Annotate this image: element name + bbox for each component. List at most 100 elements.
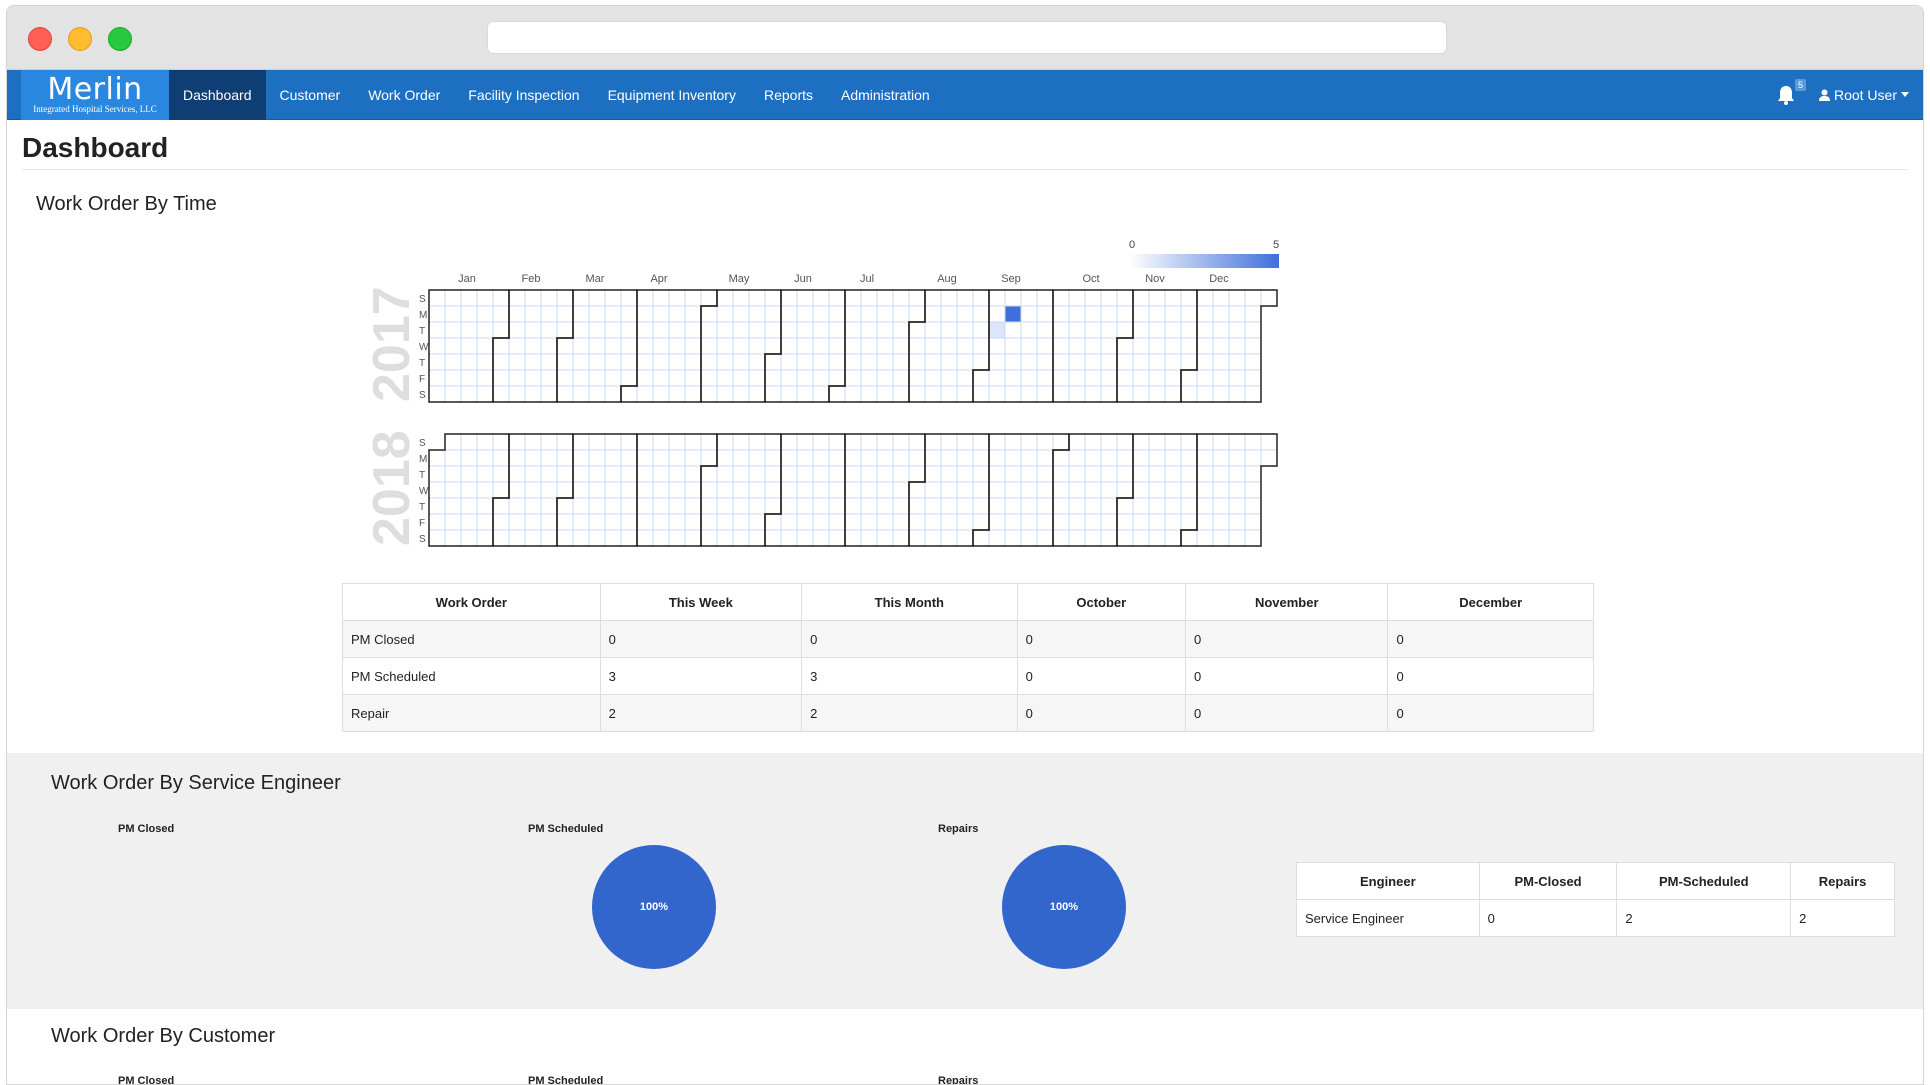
nav-customer[interactable]: Customer <box>266 70 355 120</box>
day-cell <box>764 529 782 547</box>
day-cell <box>1164 449 1182 467</box>
day-cell <box>1004 289 1022 307</box>
day-cell <box>1004 529 1022 547</box>
day-cell <box>924 385 942 403</box>
day-cell <box>444 481 462 499</box>
day-cell <box>892 385 910 403</box>
day-cell <box>780 305 798 323</box>
day-cell <box>828 353 846 371</box>
day-cell <box>444 369 462 387</box>
day-cell <box>892 513 910 531</box>
day-cell <box>668 369 686 387</box>
day-cell <box>476 289 494 307</box>
maximize-window-button[interactable] <box>108 27 132 51</box>
day-cell <box>556 497 574 515</box>
day-cell <box>684 449 702 467</box>
close-window-button[interactable] <box>28 27 52 51</box>
nav-equipment-inventory[interactable]: Equipment Inventory <box>594 70 750 120</box>
day-cell <box>972 433 990 451</box>
nav-administration[interactable]: Administration <box>827 70 944 120</box>
day-cell <box>1004 513 1022 531</box>
day-cell <box>668 321 686 339</box>
day-cell <box>668 353 686 371</box>
day-cell <box>444 449 462 467</box>
day-cell <box>748 481 766 499</box>
day-cell <box>1068 369 1086 387</box>
day-cell <box>1196 481 1214 499</box>
day-cell <box>428 481 446 499</box>
day-cell <box>1180 497 1198 515</box>
day-cell <box>540 449 558 467</box>
day-cell <box>636 321 654 339</box>
table-cell: 2 <box>1790 899 1895 937</box>
day-cell <box>636 433 654 451</box>
day-cell <box>1164 497 1182 515</box>
day-cell <box>1020 321 1038 339</box>
day-cell <box>1100 513 1118 531</box>
day-cell <box>1244 513 1262 531</box>
day-cell <box>652 449 670 467</box>
day-cell <box>780 465 798 483</box>
day-cell <box>892 529 910 547</box>
brand-logo[interactable]: Merlin Integrated Hospital Services, LLC <box>21 69 169 120</box>
day-cell <box>508 385 526 403</box>
column-header: This Month <box>801 583 1018 621</box>
nav-reports[interactable]: Reports <box>750 70 827 120</box>
day-cell <box>844 353 862 371</box>
address-bar[interactable] <box>487 21 1447 54</box>
day-cell <box>764 353 782 371</box>
day-cell <box>924 305 942 323</box>
day-cell <box>428 449 446 467</box>
pie-chart-pm-scheduled: 100% <box>592 845 716 969</box>
day-cell <box>556 529 574 547</box>
day-cell <box>1244 369 1262 387</box>
day-cell <box>924 513 942 531</box>
title-divider <box>22 169 1908 170</box>
notifications-button[interactable]: 5 <box>1777 78 1806 105</box>
day-cell <box>844 465 862 483</box>
day-cell <box>988 321 1006 339</box>
day-cell <box>812 353 830 371</box>
day-cell <box>732 289 750 307</box>
day-cell <box>1132 353 1150 371</box>
minimize-window-button[interactable] <box>68 27 92 51</box>
day-cell <box>748 529 766 547</box>
day-cell <box>1196 513 1214 531</box>
day-cell <box>684 385 702 403</box>
day-cell <box>460 481 478 499</box>
day-cell <box>988 369 1006 387</box>
weekday-label: S <box>419 294 426 305</box>
column-header: PM-Scheduled <box>1616 862 1792 900</box>
day-cell <box>732 305 750 323</box>
day-cell <box>876 481 894 499</box>
day-cell <box>924 321 942 339</box>
day-cell <box>988 481 1006 499</box>
user-menu[interactable]: Root User <box>1818 87 1909 103</box>
day-cell <box>556 337 574 355</box>
day-cell <box>1052 513 1070 531</box>
day-cell <box>1244 353 1262 371</box>
nav-facility-inspection[interactable]: Facility Inspection <box>454 70 593 120</box>
day-cell <box>1212 305 1230 323</box>
day-cell <box>428 385 446 403</box>
day-cell <box>972 321 990 339</box>
nav-work-order[interactable]: Work Order <box>354 70 454 120</box>
day-cell <box>940 353 958 371</box>
day-cell <box>476 305 494 323</box>
day-cell <box>1228 465 1246 483</box>
day-cell <box>1052 433 1070 451</box>
nav-dashboard[interactable]: Dashboard <box>169 69 266 120</box>
day-cell <box>908 385 926 403</box>
day-cell <box>892 433 910 451</box>
day-cell <box>748 353 766 371</box>
day-cell <box>604 497 622 515</box>
day-cell <box>1196 289 1214 307</box>
day-cell <box>636 305 654 323</box>
day-cell <box>748 337 766 355</box>
day-cell <box>1116 449 1134 467</box>
table-cell: 0 <box>1387 657 1594 695</box>
day-cell <box>1244 529 1262 547</box>
day-cell <box>668 433 686 451</box>
day-cell <box>636 385 654 403</box>
day-cell <box>476 385 494 403</box>
